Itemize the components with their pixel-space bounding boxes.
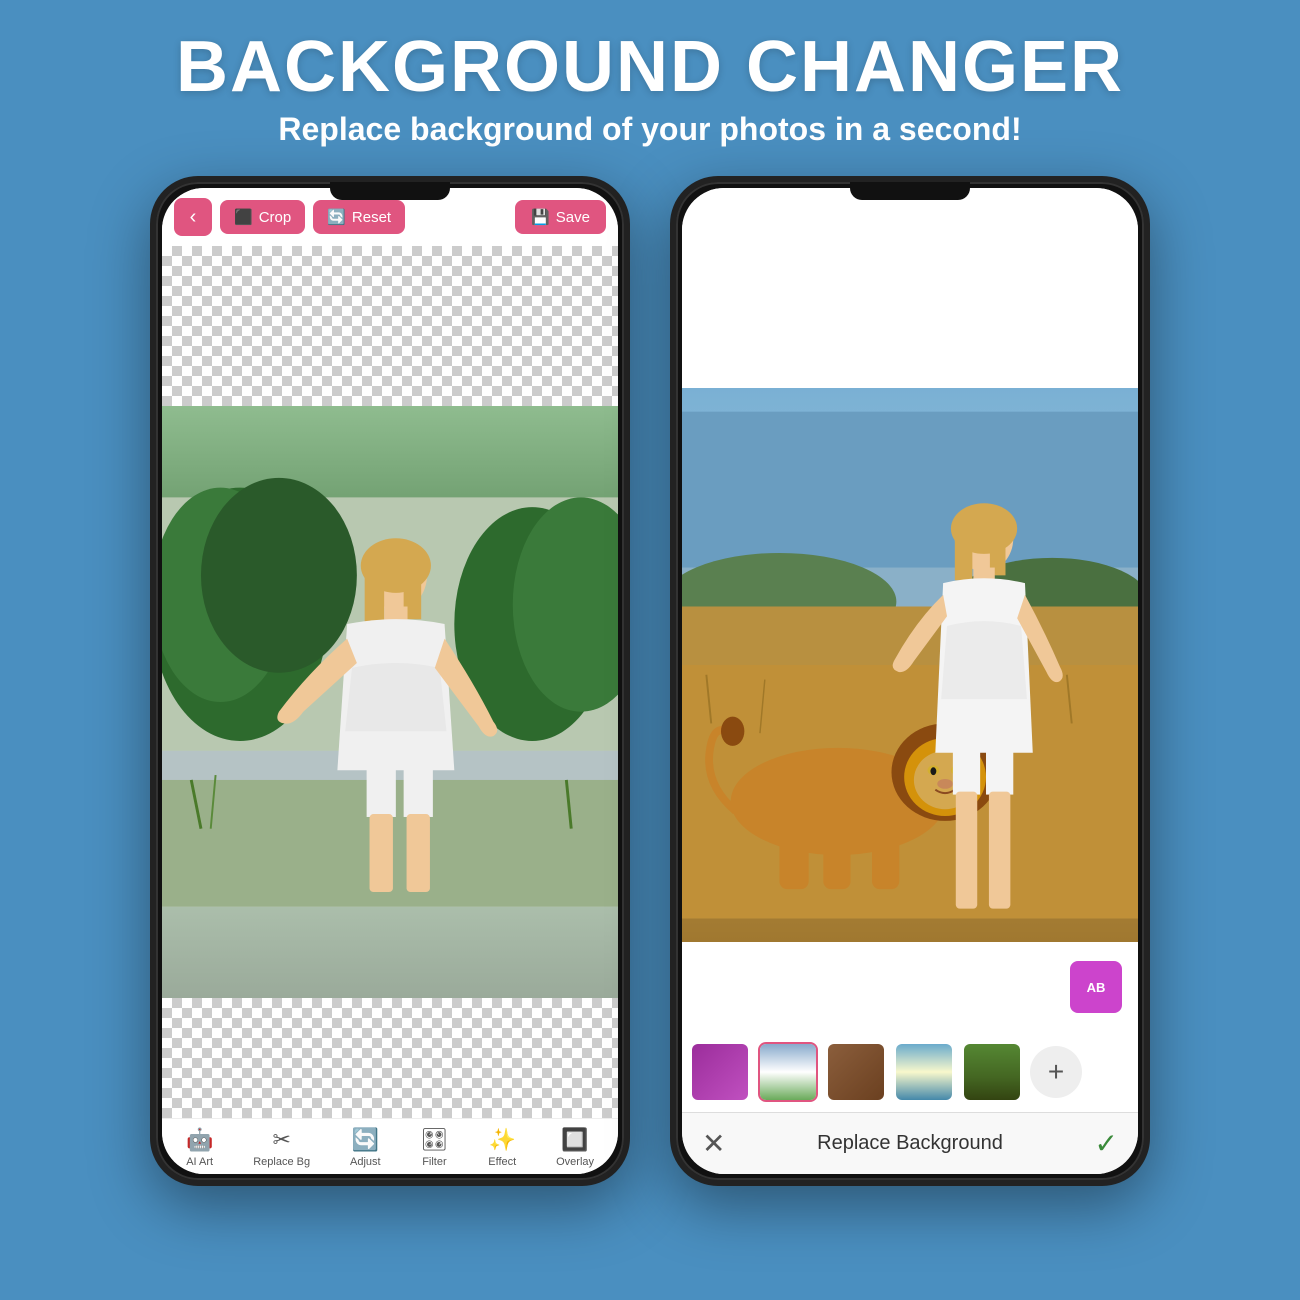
left-phone-content: ‹ ⬛ Crop 🔄 Reset 💾 Save [162,188,618,1174]
confirm-button[interactable]: ✓ [1095,1127,1118,1160]
reset-icon: 🔄 [327,208,346,226]
nature-background [162,406,618,998]
bg-thumb-wood[interactable] [826,1042,886,1102]
phones-container: ‹ ⬛ Crop 🔄 Reset 💾 Save [0,176,1300,1186]
nav-label-effect: Effect [488,1156,516,1168]
bg-thumb-forest[interactable] [962,1042,1022,1102]
bottom-navigation: 🤖 AI Art ✂ Replace Bg 🔄 Adjust 🎛 Filter [162,1118,618,1174]
background-svg [162,406,618,998]
nav-item-replace-bg[interactable]: ✂ Replace Bg [253,1127,310,1168]
nav-label-overlay: Overlay [556,1156,594,1168]
bg-thumb-white-house[interactable] [758,1042,818,1102]
ai-art-icon: 🤖 [186,1127,213,1153]
savanna-svg [682,388,1138,942]
app-title: BACKGROUND CHANGER [20,28,1280,107]
text-overlay-icon[interactable]: AB [1070,961,1122,1013]
crop-icon: ⬛ [234,208,253,226]
nav-label-replace-bg: Replace Bg [253,1156,310,1168]
replace-background-label: Replace Background [817,1132,1003,1155]
nav-label-filter: Filter [422,1156,446,1168]
nav-item-effect[interactable]: ✨ Effect [488,1127,516,1168]
nav-item-ai-art[interactable]: 🤖 AI Art [186,1127,213,1168]
nav-label-ai-art: AI Art [186,1156,213,1168]
reset-button[interactable]: 🔄 Reset [313,200,405,234]
nav-label-adjust: Adjust [350,1156,381,1168]
back-button[interactable]: ‹ [174,198,212,236]
crop-button[interactable]: ⬛ Crop [220,200,305,234]
background-selector: + [682,1032,1138,1112]
effect-icon: ✨ [489,1127,516,1153]
app-header: BACKGROUND CHANGER Replace background of… [0,0,1300,166]
bg-thumb-purple[interactable] [690,1042,750,1102]
cancel-button[interactable]: ✕ [702,1127,725,1160]
right-top-white [682,188,1138,388]
left-phone-screen: ‹ ⬛ Crop 🔄 Reset 💾 Save [162,188,618,1174]
left-phone: ‹ ⬛ Crop 🔄 Reset 💾 Save [150,176,630,1186]
adjust-icon: 🔄 [352,1127,379,1153]
bottom-transparency-area [162,998,618,1118]
right-bottom-white: AB [682,942,1138,1032]
top-transparency-area [162,246,618,406]
right-phone: AB [670,176,1150,1186]
replace-bg-bar: ✕ Replace Background ✓ [682,1112,1138,1174]
replace-bg-icon: ✂ [272,1127,290,1153]
filter-icon: 🎛 [420,1127,448,1153]
right-phone-screen: AB [682,188,1138,1174]
savanna-background [682,388,1138,942]
phone-notch-left [330,182,450,200]
nav-item-adjust[interactable]: 🔄 Adjust [350,1127,381,1168]
right-phone-content: AB [682,188,1138,1174]
app-subtitle: Replace background of your photos in a s… [20,111,1280,148]
overlay-icon: 🔲 [561,1127,588,1153]
phone-notch-right [850,182,970,200]
nav-item-filter[interactable]: 🎛 Filter [420,1127,448,1168]
nav-item-overlay[interactable]: 🔲 Overlay [556,1127,594,1168]
save-button[interactable]: 💾 Save [515,200,606,234]
bg-thumb-lake[interactable] [894,1042,954,1102]
save-icon: 💾 [531,208,550,226]
photo-section-left [162,406,618,998]
savanna-section [682,388,1138,942]
add-background-button[interactable]: + [1030,1046,1082,1098]
